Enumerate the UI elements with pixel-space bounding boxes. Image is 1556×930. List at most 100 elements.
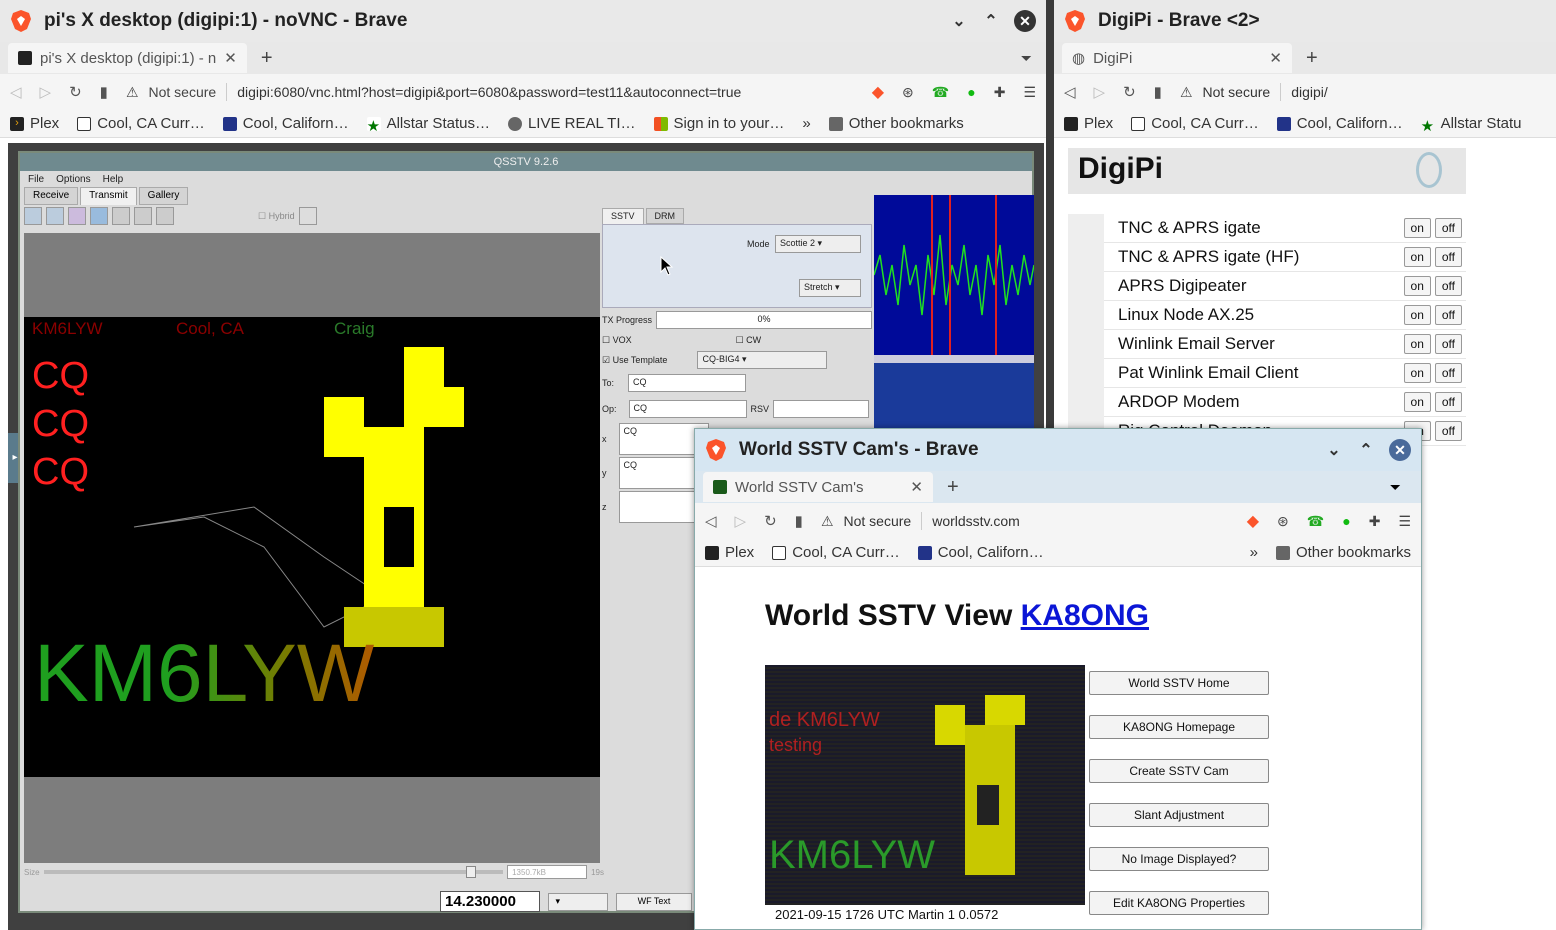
address-bar[interactable]: ⚠ Not secure digipi:6080/vnc.html?host=d…	[126, 83, 854, 101]
slant-adjustment-button[interactable]: Slant Adjustment	[1089, 803, 1269, 827]
new-tab-icon[interactable]: +	[947, 476, 959, 499]
extension-icon[interactable]: ⊛	[1277, 513, 1289, 530]
tab-close-icon[interactable]: ✕	[1269, 49, 1282, 67]
create-sstv-cam-button[interactable]: Create SSTV Cam	[1089, 759, 1269, 783]
vnc-tab[interactable]: pi's X desktop (digipi:1) - n ✕	[8, 43, 247, 73]
new-tab-icon[interactable]: +	[261, 47, 273, 70]
bookmark-cool-california[interactable]: Cool, Californ…	[222, 115, 349, 132]
to-input[interactable]: CQ	[628, 374, 747, 392]
address-bar[interactable]: ⚠ Not secure worldsstv.com	[821, 512, 1229, 530]
service-on-button[interactable]: on	[1403, 276, 1431, 296]
back-icon[interactable]: ◁	[705, 512, 717, 530]
new-tab-icon[interactable]: +	[1306, 47, 1318, 70]
worldsstv-titlebar[interactable]: World SSTV Cam's - Brave ⌄ ⌃ ✕	[695, 429, 1421, 471]
vox-checkbox[interactable]: ☐ VOX	[602, 335, 632, 346]
tab-close-icon[interactable]: ✕	[910, 478, 923, 496]
tab-receive[interactable]: Receive	[24, 187, 79, 205]
no-image-displayed-button[interactable]: No Image Displayed?	[1089, 847, 1269, 871]
service-on-button[interactable]: on	[1403, 218, 1431, 238]
menu-options[interactable]: Options	[56, 174, 90, 185]
eject-icon[interactable]	[298, 207, 317, 225]
tab-drm[interactable]: DRM	[645, 208, 685, 224]
bookmark-plex[interactable]: Plex	[1064, 115, 1113, 132]
service-on-button[interactable]: on	[1403, 305, 1431, 325]
ka8ong-link[interactable]: KA8ONG	[1021, 599, 1149, 632]
close-icon[interactable]: ✕	[1389, 439, 1411, 461]
service-off-button[interactable]: off	[1434, 334, 1462, 354]
bookmark-sign-in[interactable]: Sign in to your…	[653, 115, 784, 132]
bookmark-cool-ca[interactable]: Cool, CA Curr…	[77, 115, 205, 132]
minimize-icon[interactable]: ⌄	[950, 11, 968, 31]
service-off-button[interactable]: off	[1434, 363, 1462, 383]
digipi-tab[interactable]: ◍ DigiPi ✕	[1062, 43, 1292, 73]
toolbar-icon[interactable]	[156, 207, 174, 225]
forward-icon[interactable]: ▷	[40, 83, 52, 101]
qsstv-titlebar[interactable]: QSSTV 9.2.6	[20, 153, 1032, 171]
phone-extension-icon[interactable]: ☎	[1307, 513, 1324, 530]
bookmark-cool-ca[interactable]: Cool, CA Curr…	[772, 544, 900, 561]
bookmark-icon[interactable]: ▮	[100, 83, 108, 101]
frequency-select[interactable]: ▾	[548, 892, 608, 911]
world-sstv-home-button[interactable]: World SSTV Home	[1089, 671, 1269, 695]
hybrid-checkbox[interactable]: ☐ Hybrid	[258, 211, 295, 222]
service-off-button[interactable]: off	[1434, 276, 1462, 296]
cw-checkbox[interactable]: ☐ CW	[736, 335, 762, 346]
mode-select[interactable]: Scottie 2 ▾	[775, 235, 861, 253]
toolbar-icon[interactable]	[46, 207, 64, 225]
edit-properties-button[interactable]: Edit KA8ONG Properties	[1089, 891, 1269, 915]
vnc-titlebar[interactable]: pi's X desktop (digipi:1) - noVNC - Brav…	[0, 0, 1046, 42]
ka8ong-homepage-button[interactable]: KA8ONG Homepage	[1089, 715, 1269, 739]
bookmark-icon[interactable]: ▮	[1154, 83, 1162, 101]
menu-icon[interactable]: ☰	[1023, 84, 1036, 101]
toolbar-icon[interactable]	[134, 207, 152, 225]
digipi-titlebar[interactable]: DigiPi - Brave <2>	[1054, 0, 1556, 42]
brave-shields-icon[interactable]: ◆	[872, 82, 884, 102]
size-slider[interactable]	[43, 866, 504, 878]
bookmark-cool-california[interactable]: Cool, Californ…	[1276, 115, 1403, 132]
back-icon[interactable]: ◁	[10, 83, 22, 101]
close-icon[interactable]: ✕	[1014, 10, 1036, 32]
reload-icon[interactable]: ↻	[69, 83, 82, 101]
back-icon[interactable]: ◁	[1064, 83, 1076, 101]
extension-icon[interactable]: ⊛	[902, 84, 914, 101]
phone-extension-icon[interactable]: ☎	[932, 84, 949, 101]
status-dot-icon[interactable]: ●	[1342, 513, 1350, 529]
tab-sstv[interactable]: SSTV	[602, 208, 644, 224]
reload-icon[interactable]: ↻	[1123, 83, 1136, 101]
toolbar-icon[interactable]	[90, 207, 108, 225]
rsv-input[interactable]	[773, 400, 870, 418]
forward-icon[interactable]: ▷	[1094, 83, 1106, 101]
service-off-button[interactable]: off	[1434, 392, 1462, 412]
address-bar[interactable]: ⚠ Not secure digipi/	[1180, 83, 1546, 101]
use-template-checkbox[interactable]: ☑ Use Template	[602, 355, 667, 366]
reload-icon[interactable]: ↻	[764, 512, 777, 530]
toolbar-icon[interactable]	[24, 207, 42, 225]
brave-shields-icon[interactable]: ◆	[1247, 511, 1259, 531]
maximize-icon[interactable]: ⌃	[982, 11, 1000, 31]
toolbar-icon[interactable]	[68, 207, 86, 225]
other-bookmarks[interactable]: Other bookmarks	[1275, 544, 1411, 561]
menu-help[interactable]: Help	[103, 174, 124, 185]
bookmark-live[interactable]: LIVE REAL TI…	[507, 115, 636, 132]
toolbar-icon[interactable]	[112, 207, 130, 225]
tab-gallery[interactable]: Gallery	[138, 187, 189, 205]
puzzle-icon[interactable]: ✚	[1369, 513, 1381, 530]
stretch-select[interactable]: Stretch ▾	[799, 279, 861, 297]
bookmark-allstar[interactable]: ★ Allstar Status…	[366, 115, 490, 135]
bookmarks-overflow-icon[interactable]: »	[1250, 544, 1258, 561]
maximize-icon[interactable]: ⌃	[1357, 440, 1375, 460]
bookmarks-overflow-icon[interactable]: »	[802, 115, 810, 132]
bookmark-plex[interactable]: › Plex	[10, 115, 59, 132]
template-select[interactable]: CQ-BIG4 ▾	[697, 351, 828, 369]
bookmark-icon[interactable]: ▮	[795, 512, 803, 530]
tab-search-icon[interactable]: ⏷	[1021, 50, 1032, 67]
minimize-icon[interactable]: ⌄	[1325, 440, 1343, 460]
bookmark-allstar[interactable]: ★ Allstar Statu	[1421, 115, 1522, 135]
menu-file[interactable]: File	[28, 174, 44, 185]
service-on-button[interactable]: on	[1403, 392, 1431, 412]
wf-text-button[interactable]: WF Text	[616, 892, 692, 911]
service-on-button[interactable]: on	[1403, 334, 1431, 354]
status-dot-icon[interactable]: ●	[967, 84, 975, 100]
tab-transmit[interactable]: Transmit	[80, 187, 137, 205]
menu-icon[interactable]: ☰	[1398, 513, 1411, 530]
